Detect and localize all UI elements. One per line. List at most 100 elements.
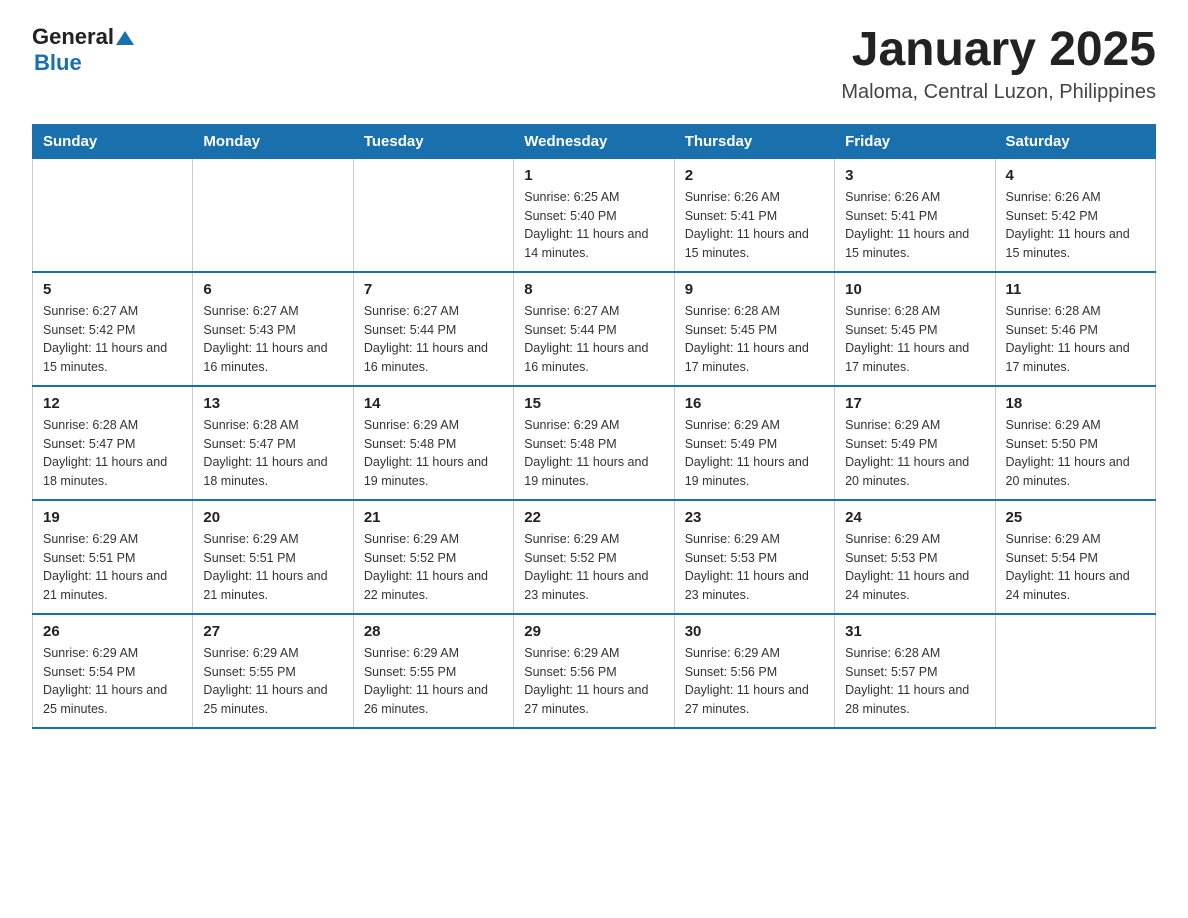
day-number: 27 <box>203 623 342 640</box>
calendar-cell: 9 Sunrise: 6:28 AM Sunset: 5:45 PM Daylig… <box>674 272 834 386</box>
day-number: 26 <box>43 623 182 640</box>
header-day-monday: Monday <box>193 124 353 158</box>
calendar-cell: 7Sunrise: 6:27 AM Sunset: 5:44 PM Daylig… <box>353 272 513 386</box>
day-info: Sunrise: 6:29 AM Sunset: 5:56 PM Dayligh… <box>685 644 824 719</box>
day-info: Sunrise: 6:29 AM Sunset: 5:49 PM Dayligh… <box>685 416 824 491</box>
day-number: 22 <box>524 509 663 526</box>
day-number: 9 <box>685 281 824 298</box>
calendar-cell <box>33 158 193 272</box>
day-info: Sunrise: 6:28 AM Sunset: 5:45 PM Dayligh… <box>845 302 984 377</box>
day-number: 3 <box>845 167 984 184</box>
calendar-cell: 6Sunrise: 6:27 AM Sunset: 5:43 PM Daylig… <box>193 272 353 386</box>
calendar-cell: 14Sunrise: 6:29 AM Sunset: 5:48 PM Dayli… <box>353 386 513 500</box>
day-number: 25 <box>1006 509 1145 526</box>
day-number: 11 <box>1006 281 1145 298</box>
day-info: Sunrise: 6:29 AM Sunset: 5:50 PM Dayligh… <box>1006 416 1145 491</box>
header-day-tuesday: Tuesday <box>353 124 513 158</box>
logo-general-text: General <box>32 24 114 50</box>
day-number: 13 <box>203 395 342 412</box>
calendar-cell: 26 Sunrise: 6:29 AM Sunset: 5:54 PM Dayli… <box>33 614 193 728</box>
day-number: 28 <box>364 623 503 640</box>
calendar-cell: 8 Sunrise: 6:27 AM Sunset: 5:44 PM Daylig… <box>514 272 674 386</box>
title-section: January 2025 Maloma, Central Luzon, Phil… <box>841 24 1156 104</box>
day-number: 15 <box>524 395 663 412</box>
calendar-cell: 15 Sunrise: 6:29 AM Sunset: 5:48 PM Dayli… <box>514 386 674 500</box>
day-info: Sunrise: 6:29 AM Sunset: 5:52 PM Dayligh… <box>364 530 503 605</box>
day-info: Sunrise: 6:27 AM Sunset: 5:42 PM Dayligh… <box>43 302 182 377</box>
week-row-3: 12 Sunrise: 6:28 AM Sunset: 5:47 PM Dayli… <box>33 386 1156 500</box>
calendar-subtitle: Maloma, Central Luzon, Philippines <box>841 81 1156 104</box>
week-row-5: 26 Sunrise: 6:29 AM Sunset: 5:54 PM Dayli… <box>33 614 1156 728</box>
day-number: 30 <box>685 623 824 640</box>
day-info: Sunrise: 6:29 AM Sunset: 5:52 PM Dayligh… <box>524 530 663 605</box>
day-number: 20 <box>203 509 342 526</box>
calendar-cell: 23 Sunrise: 6:29 AM Sunset: 5:53 PM Dayli… <box>674 500 834 614</box>
week-row-4: 19 Sunrise: 6:29 AM Sunset: 5:51 PM Dayli… <box>33 500 1156 614</box>
calendar-cell: 10Sunrise: 6:28 AM Sunset: 5:45 PM Dayli… <box>835 272 995 386</box>
calendar-cell <box>193 158 353 272</box>
day-info: Sunrise: 6:28 AM Sunset: 5:45 PM Dayligh… <box>685 302 824 377</box>
day-number: 17 <box>845 395 984 412</box>
day-number: 24 <box>845 509 984 526</box>
day-info: Sunrise: 6:28 AM Sunset: 5:46 PM Dayligh… <box>1006 302 1145 377</box>
calendar-cell: 29 Sunrise: 6:29 AM Sunset: 5:56 PM Dayli… <box>514 614 674 728</box>
calendar-cell: 24 Sunrise: 6:29 AM Sunset: 5:53 PM Dayli… <box>835 500 995 614</box>
day-number: 6 <box>203 281 342 298</box>
day-info: Sunrise: 6:25 AM Sunset: 5:40 PM Dayligh… <box>524 188 663 263</box>
header-day-wednesday: Wednesday <box>514 124 674 158</box>
calendar-table: SundayMondayTuesdayWednesdayThursdayFrid… <box>32 124 1156 729</box>
day-info: Sunrise: 6:26 AM Sunset: 5:42 PM Dayligh… <box>1006 188 1145 263</box>
day-info: Sunrise: 6:26 AM Sunset: 5:41 PM Dayligh… <box>685 188 824 263</box>
day-info: Sunrise: 6:29 AM Sunset: 5:56 PM Dayligh… <box>524 644 663 719</box>
calendar-cell: 28 Sunrise: 6:29 AM Sunset: 5:55 PM Dayli… <box>353 614 513 728</box>
day-number: 21 <box>364 509 503 526</box>
calendar-cell: 30 Sunrise: 6:29 AM Sunset: 5:56 PM Dayli… <box>674 614 834 728</box>
day-info: Sunrise: 6:29 AM Sunset: 5:55 PM Dayligh… <box>203 644 342 719</box>
calendar-cell: 2Sunrise: 6:26 AM Sunset: 5:41 PM Daylig… <box>674 158 834 272</box>
calendar-cell: 31Sunrise: 6:28 AM Sunset: 5:57 PM Dayli… <box>835 614 995 728</box>
day-number: 1 <box>524 167 663 184</box>
day-info: Sunrise: 6:27 AM Sunset: 5:44 PM Dayligh… <box>524 302 663 377</box>
calendar-cell <box>353 158 513 272</box>
calendar-cell: 11 Sunrise: 6:28 AM Sunset: 5:46 PM Dayli… <box>995 272 1155 386</box>
day-number: 23 <box>685 509 824 526</box>
logo-blue-text: Blue <box>34 50 82 76</box>
calendar-cell: 4 Sunrise: 6:26 AM Sunset: 5:42 PM Daylig… <box>995 158 1155 272</box>
day-info: Sunrise: 6:26 AM Sunset: 5:41 PM Dayligh… <box>845 188 984 263</box>
day-info: Sunrise: 6:29 AM Sunset: 5:53 PM Dayligh… <box>845 530 984 605</box>
calendar-cell: 3 Sunrise: 6:26 AM Sunset: 5:41 PM Daylig… <box>835 158 995 272</box>
day-number: 4 <box>1006 167 1145 184</box>
calendar-cell: 12 Sunrise: 6:28 AM Sunset: 5:47 PM Dayli… <box>33 386 193 500</box>
header-row: SundayMondayTuesdayWednesdayThursdayFrid… <box>33 124 1156 158</box>
day-info: Sunrise: 6:28 AM Sunset: 5:47 PM Dayligh… <box>43 416 182 491</box>
day-number: 31 <box>845 623 984 640</box>
day-info: Sunrise: 6:29 AM Sunset: 5:54 PM Dayligh… <box>1006 530 1145 605</box>
day-number: 8 <box>524 281 663 298</box>
day-number: 12 <box>43 395 182 412</box>
day-info: Sunrise: 6:29 AM Sunset: 5:51 PM Dayligh… <box>203 530 342 605</box>
day-info: Sunrise: 6:29 AM Sunset: 5:49 PM Dayligh… <box>845 416 984 491</box>
calendar-cell: 13Sunrise: 6:28 AM Sunset: 5:47 PM Dayli… <box>193 386 353 500</box>
calendar-cell: 27 Sunrise: 6:29 AM Sunset: 5:55 PM Dayli… <box>193 614 353 728</box>
day-info: Sunrise: 6:29 AM Sunset: 5:55 PM Dayligh… <box>364 644 503 719</box>
header-day-friday: Friday <box>835 124 995 158</box>
calendar-cell: 21 Sunrise: 6:29 AM Sunset: 5:52 PM Dayli… <box>353 500 513 614</box>
calendar-cell: 16 Sunrise: 6:29 AM Sunset: 5:49 PM Dayli… <box>674 386 834 500</box>
day-number: 16 <box>685 395 824 412</box>
logo: General Blue <box>32 24 134 76</box>
calendar-cell: 25 Sunrise: 6:29 AM Sunset: 5:54 PM Dayli… <box>995 500 1155 614</box>
calendar-cell: 18Sunrise: 6:29 AM Sunset: 5:50 PM Dayli… <box>995 386 1155 500</box>
day-number: 19 <box>43 509 182 526</box>
day-number: 29 <box>524 623 663 640</box>
day-info: Sunrise: 6:29 AM Sunset: 5:53 PM Dayligh… <box>685 530 824 605</box>
header-day-saturday: Saturday <box>995 124 1155 158</box>
calendar-cell: 22 Sunrise: 6:29 AM Sunset: 5:52 PM Dayli… <box>514 500 674 614</box>
day-info: Sunrise: 6:29 AM Sunset: 5:54 PM Dayligh… <box>43 644 182 719</box>
header-day-sunday: Sunday <box>33 124 193 158</box>
week-row-2: 5Sunrise: 6:27 AM Sunset: 5:42 PM Daylig… <box>33 272 1156 386</box>
day-number: 7 <box>364 281 503 298</box>
day-info: Sunrise: 6:29 AM Sunset: 5:48 PM Dayligh… <box>524 416 663 491</box>
day-info: Sunrise: 6:29 AM Sunset: 5:51 PM Dayligh… <box>43 530 182 605</box>
calendar-cell: 1 Sunrise: 6:25 AM Sunset: 5:40 PM Daylig… <box>514 158 674 272</box>
calendar-cell: 5Sunrise: 6:27 AM Sunset: 5:42 PM Daylig… <box>33 272 193 386</box>
